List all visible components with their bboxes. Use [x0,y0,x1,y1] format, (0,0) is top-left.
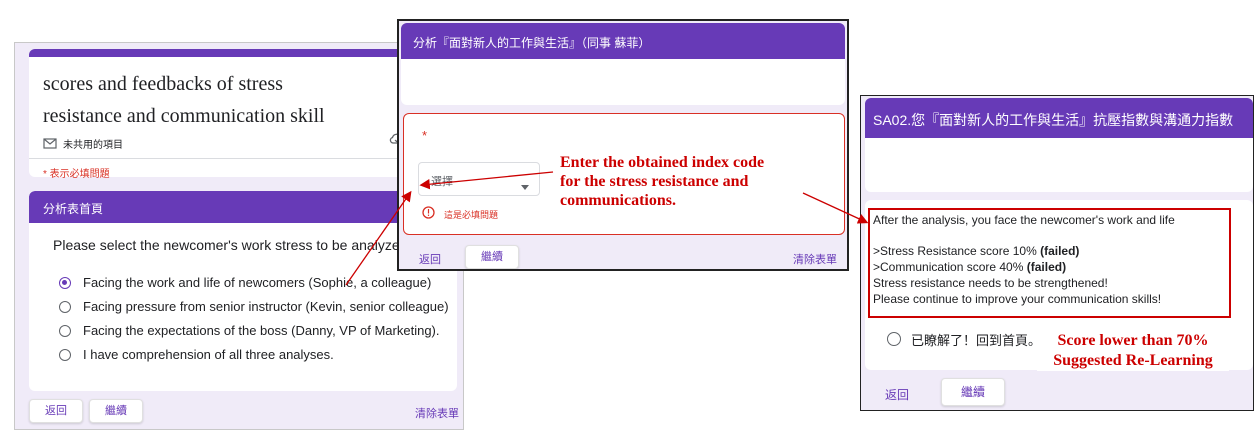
annotation-arrows [345,171,869,286]
arrow-from-annotation [419,171,554,190]
arrow-to-result [802,192,869,224]
arrow-to-select [345,190,412,286]
